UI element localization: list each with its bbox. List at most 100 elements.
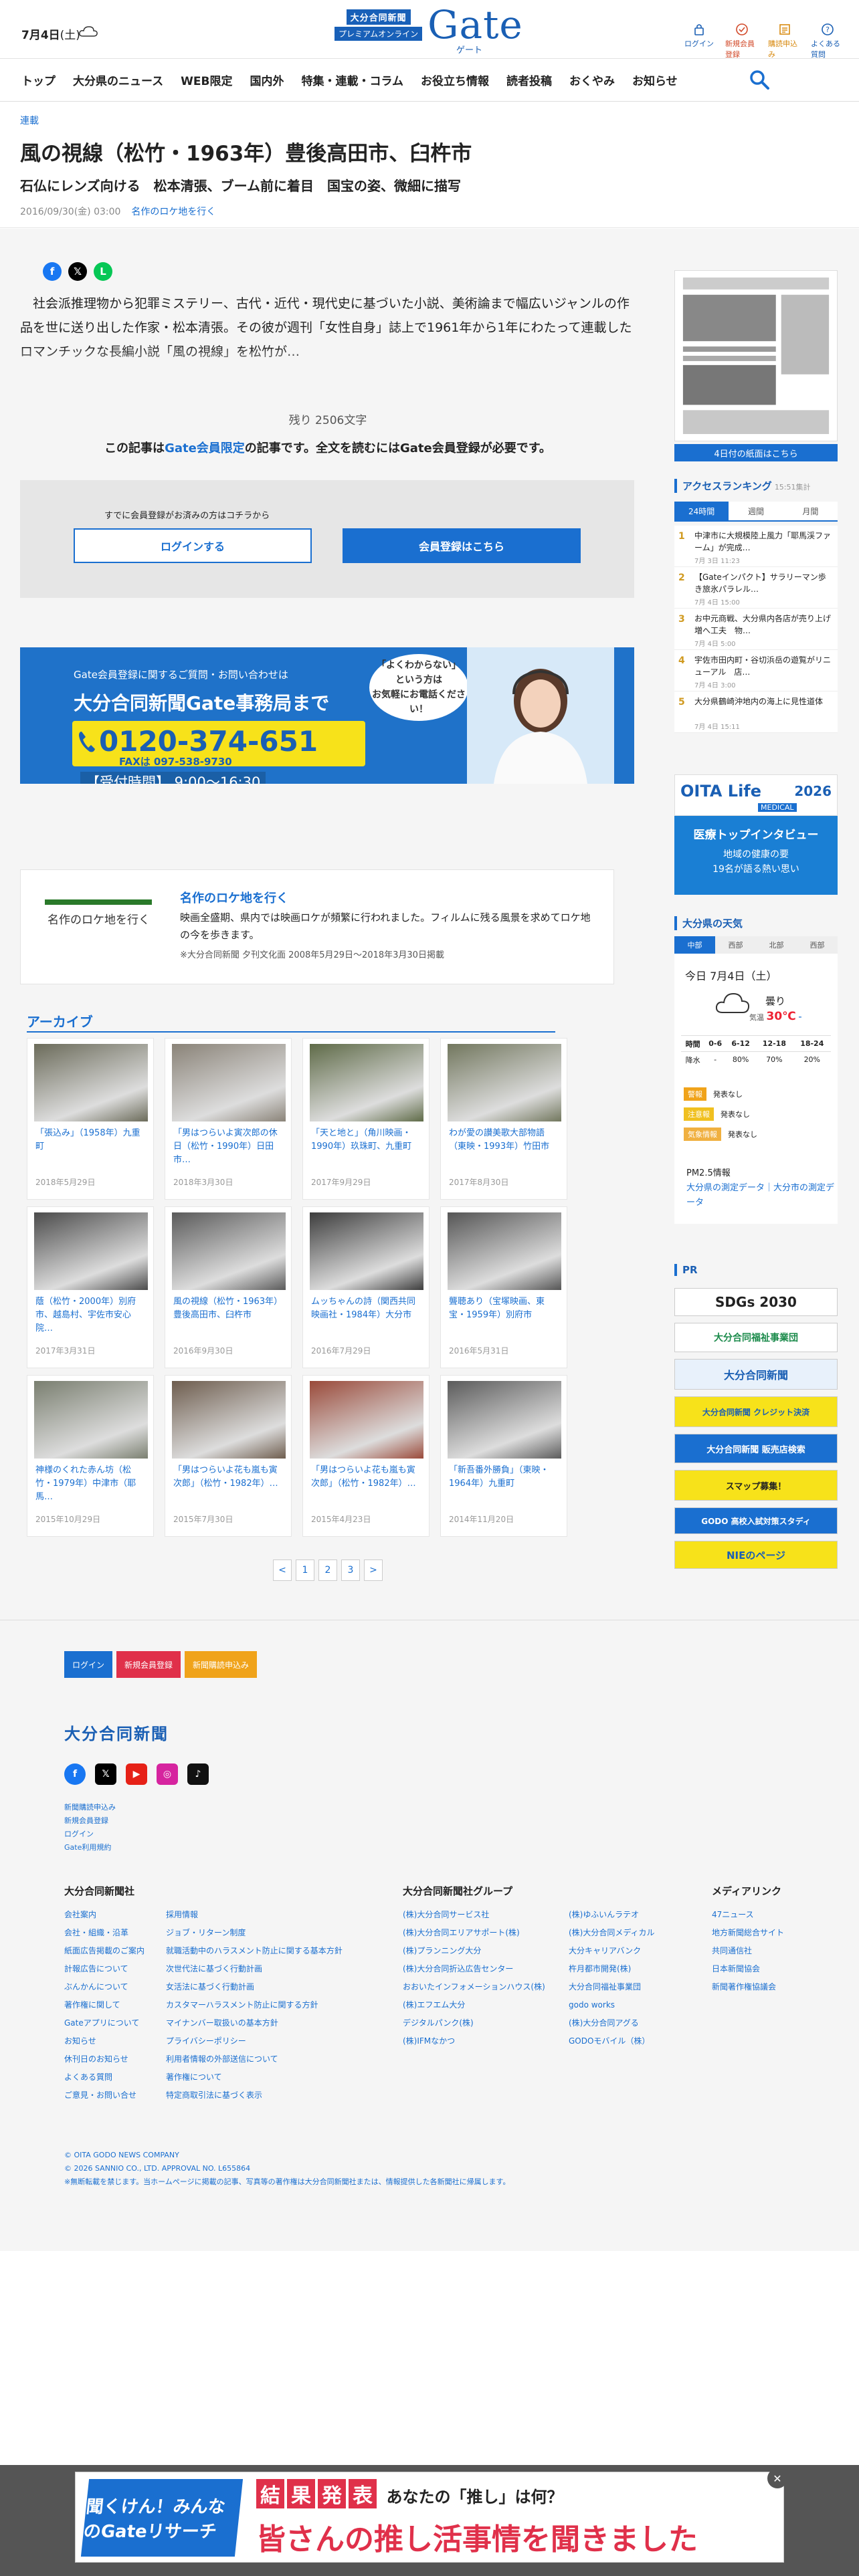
footer-link[interactable]: GODOモバイル（株） — [569, 2032, 655, 2050]
weather-tab[interactable]: 中部 — [674, 936, 715, 954]
nav-reader-posts[interactable]: 読者投稿 — [506, 72, 552, 88]
nav-top[interactable]: トップ — [21, 72, 56, 88]
breadcrumb[interactable]: 連載 — [20, 114, 39, 127]
footer-link[interactable]: ログイン — [64, 1828, 116, 1841]
footer-link[interactable]: (株)大分合同メディカル — [569, 1924, 655, 1942]
footer-link[interactable]: 計報広告について — [64, 1960, 145, 1978]
footer-link[interactable]: (株)大分合同折込広告センター — [403, 1960, 545, 1978]
footer-link[interactable]: 休刊日のお知らせ — [64, 2050, 145, 2068]
ranking-item[interactable]: 4 宇佐市田内町・谷切浜岳の遊覧がリニューアル 店… 7月 4日 3:00 — [674, 650, 838, 691]
footer-link[interactable]: (株)大分合同エリアサポート(株) — [403, 1924, 545, 1942]
series-title[interactable]: 名作のロケ地を行く — [180, 889, 288, 906]
archive-title[interactable]: 神様のくれた赤ん坊（松竹・1979年）中津市（耶馬… — [35, 1464, 148, 1504]
footer-link[interactable]: 利用者情報の外部送信について — [166, 2050, 343, 2068]
login-button[interactable]: ログインする — [74, 528, 312, 563]
tiktok-icon[interactable]: ♪ — [187, 1763, 209, 1785]
footer-link[interactable]: (株)エフエム大分 — [403, 1996, 545, 2014]
pager-3[interactable]: 3 — [341, 1560, 360, 1581]
line-share-icon[interactable]: L — [94, 262, 112, 281]
footer-link[interactable]: (株)プランニング大分 — [403, 1942, 545, 1960]
nav-obituary[interactable]: おくやみ — [569, 72, 615, 88]
footer-link[interactable]: godo works — [569, 1996, 655, 2014]
footer-link[interactable]: ご意見・お問い合せ — [64, 2086, 145, 2105]
footer-link[interactable]: 新規会員登録 — [64, 1814, 116, 1828]
pr-study[interactable]: GODO 高校入試対策スタディ — [674, 1507, 838, 1534]
ranking-item[interactable]: 1 中津市に大規模陸上風力「耶馬渓ファーム」が完成… 7月 3日 11:23 — [674, 526, 838, 567]
weather-tab[interactable]: 西部 — [715, 936, 756, 954]
nav-oita-news[interactable]: 大分県のニュース — [73, 72, 163, 88]
archive-title[interactable]: 風の視線（松竹・1963年）豊後高田市、臼杵市 — [173, 1295, 286, 1322]
ranking-item[interactable]: 2 【Gateインパクト】サラリーマン歩き旅氷パラレル… 7月 4日 15:00 — [674, 567, 838, 609]
todays-paper-button[interactable]: 4日付の紙面はこちら — [674, 444, 838, 461]
weather-tab[interactable]: 北部 — [756, 936, 797, 954]
faq-link[interactable]: ? よくある質問 — [811, 23, 844, 60]
footer-logo[interactable]: 大分合同新聞 — [64, 1721, 169, 1744]
archive-title[interactable]: 「新吾番外勝負」（東映・1964年）九重町 — [449, 1464, 561, 1491]
archive-title[interactable]: 「天と地と」（角川映画・1990年）玖珠町、九重町 — [311, 1127, 423, 1154]
pr-nie[interactable]: NIEのページ — [674, 1541, 838, 1569]
archive-card[interactable]: 神様のくれた赤ん坊（松竹・1979年）中津市（耶馬… 2015年10月29日 — [27, 1375, 154, 1537]
nav-notices[interactable]: お知らせ — [632, 72, 678, 88]
tab-monthly[interactable]: 月間 — [783, 502, 838, 520]
footer-link[interactable]: 日本新聞協会 — [712, 1960, 784, 1978]
footer-link[interactable]: 杵月都市開発(株) — [569, 1960, 655, 1978]
pager-1[interactable]: 1 — [296, 1560, 314, 1581]
ranking-item[interactable]: 5 大分県鶴崎沖地内の海上に見性道体 7月 4日 15:11 — [674, 691, 838, 733]
footer-link[interactable]: Gate利用規約 — [64, 1841, 116, 1854]
footer-link[interactable]: 大分合同福祉事業団 — [569, 1978, 655, 1996]
weather-tab[interactable]: 西部 — [797, 936, 838, 954]
footer-link[interactable]: 共同通信社 — [712, 1942, 784, 1960]
close-icon[interactable]: ✕ — [767, 2468, 787, 2488]
pr-staff[interactable]: スマップ募集！ — [674, 1470, 838, 1501]
support-banner[interactable]: Gate会員登録に関するご質問・お問い合わせは 大分合同新聞Gate事務局まで … — [20, 647, 634, 784]
pr-welfare[interactable]: 大分合同福祉事業団 — [674, 1323, 838, 1352]
archive-title[interactable]: 「男はつらいよ花も嵐も寅次郎」（松竹・1982年）… — [311, 1464, 423, 1491]
pager-2[interactable]: 2 — [318, 1560, 337, 1581]
footer-link[interactable]: (株)大分合同アグる — [569, 2014, 655, 2032]
footer-link[interactable]: 採用情報 — [166, 1906, 343, 1924]
archive-title[interactable]: わが愛の讃美歌大部物語（東映・1993年）竹田市 — [449, 1127, 561, 1154]
site-logo[interactable]: 大分合同新聞 プレミアムオンライン Gate — [335, 5, 523, 44]
archive-card[interactable]: 「男はつらいよ寅次郎の休日（松竹・1990年）日田市… 2018年3月30日 — [165, 1038, 292, 1200]
footer-link[interactable]: (株)大分合同サービス社 — [403, 1906, 545, 1924]
footer-link[interactable]: Gateアプリについて — [64, 2014, 145, 2032]
archive-card[interactable]: 「新吾番外勝負」（東映・1964年）九重町 2014年11月20日 — [440, 1375, 567, 1537]
footer-link[interactable]: 紙面広告掲載のご案内 — [64, 1942, 145, 1960]
footer-link[interactable]: 女活法に基づく行動計画 — [166, 1978, 343, 1996]
nav-national[interactable]: 国内外 — [250, 72, 284, 88]
footer-link[interactable]: 47ニュース — [712, 1906, 784, 1924]
archive-card[interactable]: わが愛の讃美歌大部物語（東映・1993年）竹田市 2017年8月30日 — [440, 1038, 567, 1200]
archive-card[interactable]: 「張込み」（1958年）九重町 2018年5月29日 — [27, 1038, 154, 1200]
pager-next[interactable]: > — [364, 1560, 383, 1581]
archive-title[interactable]: 「男はつらいよ花も嵐も寅次郎」（松竹・1982年）… — [173, 1464, 286, 1491]
subscribe-link[interactable]: 購読申込み — [768, 23, 801, 60]
oita-life-ad[interactable]: OITA Life 2026 MEDICAL 医療トップインタビュー 地域の健康… — [674, 774, 838, 895]
x-icon[interactable]: 𝕏 — [95, 1763, 116, 1785]
archive-card[interactable]: 聾聴あり（宝塚映画、東宝・1959年）別府市 2016年5月31日 — [440, 1206, 567, 1368]
footer-link[interactable]: お知らせ — [64, 2032, 145, 2050]
footer-link[interactable]: プライバシーポリシー — [166, 2032, 343, 2050]
ranking-item[interactable]: 3 お中元商戦、大分県内各店が売り上げ増へ工夫 物… 7月 4日 5:00 — [674, 609, 838, 650]
archive-title[interactable]: 「張込み」（1958年）九重町 — [35, 1127, 148, 1154]
footer-link[interactable]: マイナンバー取扱いの基本方針 — [166, 2014, 343, 2032]
archive-title[interactable]: 「男はつらいよ寅次郎の休日（松竹・1990年）日田市… — [173, 1127, 286, 1167]
pr-store-search[interactable]: 大分合同新聞 販売店検索 — [674, 1434, 838, 1463]
login-link[interactable]: ログイン — [682, 23, 716, 60]
footer-register-button[interactable]: 新規会員登録 — [116, 1651, 181, 1678]
pr-newspaper[interactable]: 大分合同新聞 — [674, 1359, 838, 1390]
footer-subscribe-button[interactable]: 新聞購読申込み — [185, 1651, 258, 1678]
series-link[interactable]: 名作のロケ地を行く — [131, 207, 215, 217]
pager-prev[interactable]: < — [273, 1560, 292, 1581]
nav-useful[interactable]: お役立ち情報 — [421, 72, 489, 88]
archive-card[interactable]: 蔭（松竹・2000年）別府市、越島村、宇佐市安心院… 2017年3月31日 — [27, 1206, 154, 1368]
tab-weekly[interactable]: 週間 — [729, 502, 783, 520]
series-card[interactable]: 名作のロケ地を行く 名作のロケ地を行く 映画全盛期、県内では映画ロケが頻繁に行わ… — [20, 869, 614, 984]
footer-link[interactable]: (株)ゆふいんラテオ — [569, 1906, 655, 1924]
archive-title[interactable]: ムッちゃんの詩（関西共同映画社・1984年）大分市 — [311, 1295, 423, 1322]
instagram-icon[interactable]: ◎ — [157, 1763, 178, 1785]
tab-24h[interactable]: 24時間 — [674, 502, 729, 520]
youtube-icon[interactable]: ▶ — [126, 1763, 147, 1785]
footer-login-button[interactable]: ログイン — [64, 1651, 113, 1678]
newspaper-thumbnail[interactable] — [674, 270, 838, 441]
footer-link[interactable]: (株)IFMなかつ — [403, 2032, 545, 2050]
